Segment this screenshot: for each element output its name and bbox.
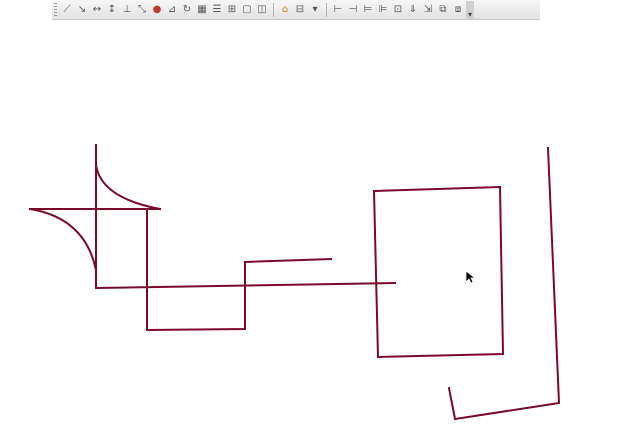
toolbar-overflow-button[interactable]: ▾ [466,0,474,19]
refresh-icon[interactable]: ↻ [180,3,194,17]
measure-icon[interactable]: ⊿ [165,3,179,17]
toolbar-separator [273,2,274,17]
drawing-geometry [28,144,561,421]
home-view-icon[interactable]: ⌂ [278,3,292,17]
vertical-dimension-icon[interactable]: ↕ [105,3,119,17]
view-icon[interactable]: ▢ [240,3,254,17]
align-left-icon[interactable]: ⊢ [331,3,345,17]
dimension-icon[interactable]: ↘ [75,3,89,17]
toolbar-separator [326,2,327,17]
section-icon[interactable]: ⊟ [293,3,307,17]
render-sphere-icon[interactable]: ● [150,3,164,17]
copy-icon[interactable]: ⧉ [436,3,450,17]
draw-line-icon[interactable]: ⟋ [60,3,74,17]
dropdown-arrow-icon[interactable]: ▾ [308,3,322,17]
angled-dimension-icon[interactable]: ⊥ [120,3,134,17]
snap-icon[interactable]: ⤡ [135,3,149,17]
toolbar-buttons: ⟋ ↘ ↔ ↕ ⊥ ⤡ ● ⊿ ↻ ▦ ☰ ⊞ ▢ ◫ ⌂ ⊟ ▾ ⊢ ⊣ ⊨ ⊫ ⊡ ⇓ ⇲ ⧉ ⧈ [60,2,465,17]
view-3d-icon[interactable]: ◫ [255,3,269,17]
align-middle-icon[interactable]: ⊨ [361,3,375,17]
paste-icon[interactable]: ⧈ [451,3,465,17]
drawing-canvas[interactable] [0,21,640,440]
distribute-icon[interactable]: ⊫ [376,3,390,17]
mouse-cursor-icon [466,271,476,284]
layers-icon[interactable]: ☰ [210,3,224,17]
quadrilateral[interactable] [372,185,505,359]
toolbar-grip[interactable] [54,2,57,17]
cad-toolbar: ⟋ ↘ ↔ ↕ ⊥ ⤡ ● ⊿ ↻ ▦ ☰ ⊞ ▢ ◫ ⌂ ⊟ ▾ ⊢ ⊣ ⊨ ⊫ ⊡ ⇓ ⇲ ⧉ ⧈ ▾ [52,0,540,20]
frame-icon[interactable]: ⊡ [391,3,405,17]
grid-icon[interactable]: ▦ [195,3,209,17]
arc-lower[interactable] [28,207,98,272]
horizontal-dimension-icon[interactable]: ↔ [90,3,104,17]
move-check-icon[interactable]: ⇲ [421,3,435,17]
table-icon[interactable]: ⊞ [225,3,239,17]
move-down-icon[interactable]: ⇓ [406,3,420,17]
stepped-bracket[interactable] [146,208,333,332]
align-right-icon[interactable]: ⊣ [346,3,360,17]
arc-upper[interactable] [94,163,162,211]
